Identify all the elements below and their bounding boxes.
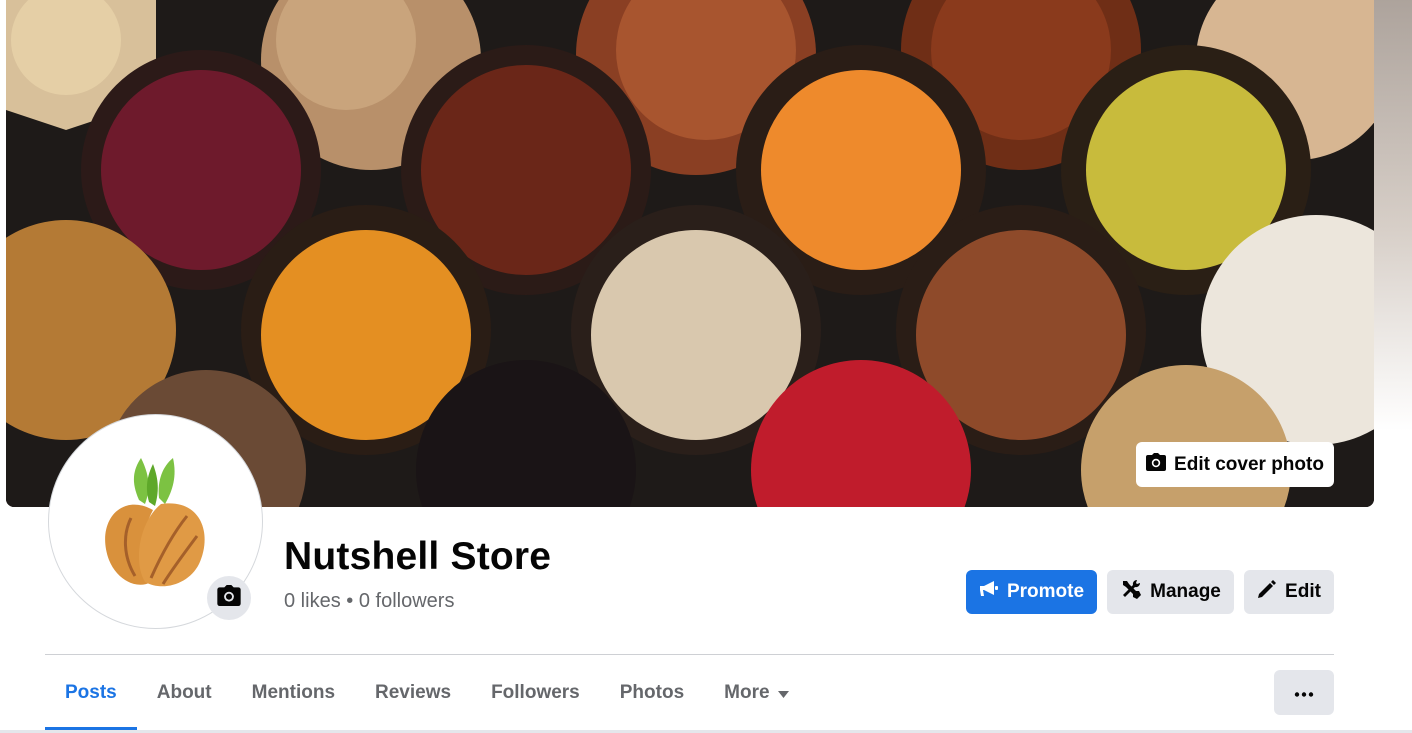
edit-cover-photo-button[interactable]: Edit cover photo: [1136, 442, 1334, 487]
page-stats: 0 likes • 0 followers: [284, 590, 454, 613]
camera-icon: [1146, 452, 1167, 477]
manage-button[interactable]: Manage: [1107, 570, 1234, 614]
overflow-menu-button[interactable]: [1274, 670, 1334, 715]
tab-label: More: [724, 682, 770, 703]
caret-down-icon: [777, 682, 789, 704]
page-tabs: Posts About Mentions Reviews Followers P…: [45, 656, 809, 730]
update-profile-picture-button[interactable]: [207, 576, 251, 620]
tab-mentions[interactable]: Mentions: [232, 656, 355, 730]
likes-link[interactable]: 0 likes: [284, 590, 341, 612]
header-divider: [45, 654, 1334, 655]
tab-label: About: [156, 682, 212, 703]
promote-button[interactable]: Promote: [966, 570, 1097, 614]
tab-about[interactable]: About: [137, 656, 232, 730]
megaphone-icon: [979, 580, 999, 604]
tab-label: Posts: [65, 682, 117, 703]
background-fade: [1374, 0, 1412, 507]
stats-separator: •: [346, 590, 354, 612]
ellipsis-icon: [1294, 684, 1314, 702]
tab-label: Mentions: [251, 682, 336, 703]
tab-label: Photos: [619, 682, 685, 703]
manage-label: Manage: [1150, 581, 1221, 602]
page-title: Nutshell Store: [284, 535, 552, 578]
tab-more[interactable]: More: [704, 656, 808, 730]
edit-label: Edit: [1285, 581, 1321, 602]
pencil-icon: [1257, 579, 1277, 605]
promote-label: Promote: [1006, 581, 1085, 602]
tab-label: Followers: [491, 682, 580, 703]
almond-logo-icon: [104, 457, 205, 586]
tab-reviews[interactable]: Reviews: [355, 656, 471, 730]
tab-posts[interactable]: Posts: [45, 656, 137, 730]
tab-label: Reviews: [375, 682, 452, 703]
tab-followers[interactable]: Followers: [471, 656, 600, 730]
edit-button[interactable]: Edit: [1244, 570, 1334, 614]
followers-link[interactable]: 0 followers: [359, 590, 455, 612]
tools-icon: [1120, 578, 1142, 606]
tab-photos[interactable]: Photos: [600, 656, 704, 730]
camera-icon: [217, 585, 241, 611]
edit-cover-photo-label: Edit cover photo: [1174, 453, 1324, 475]
